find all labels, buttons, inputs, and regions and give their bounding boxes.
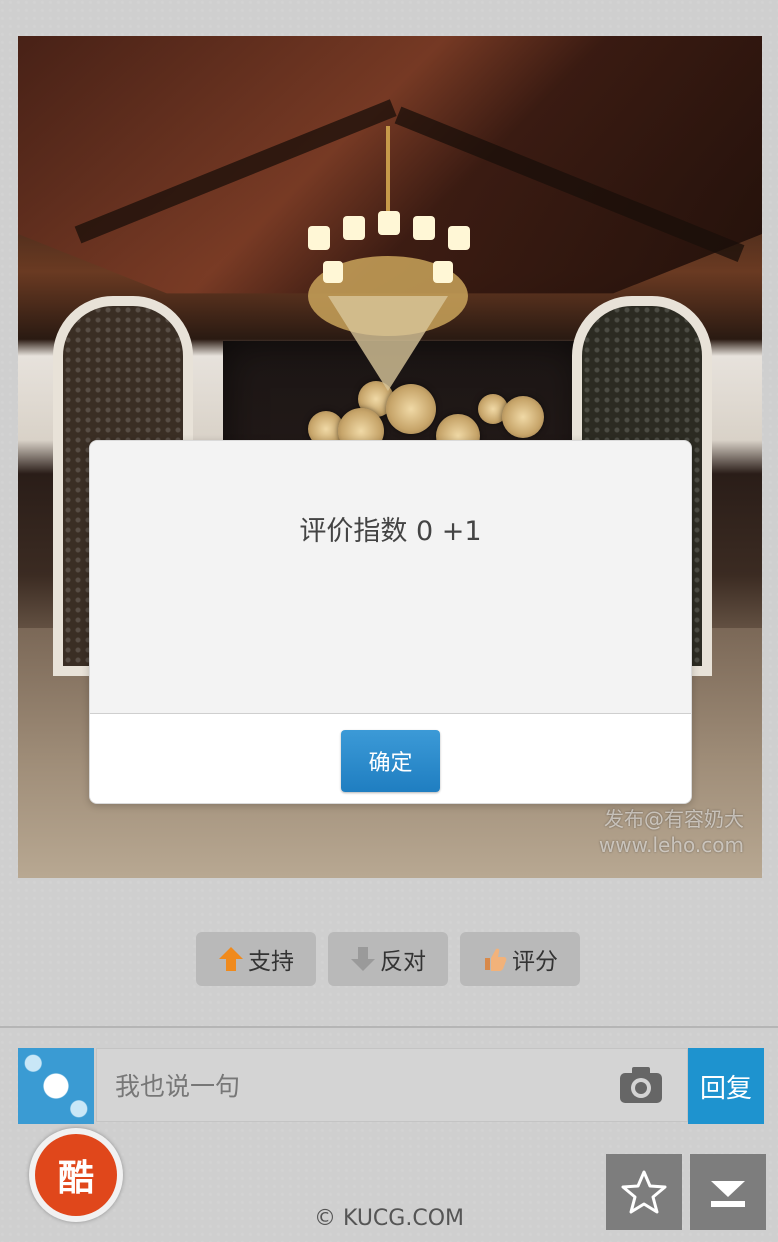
thumbs-up-icon <box>485 948 507 971</box>
watermark-line: www.leho.com <box>598 833 744 857</box>
photo-plate <box>502 396 544 438</box>
support-button[interactable]: 支持 <box>196 932 316 986</box>
dialog-footer: 确定 <box>90 713 691 803</box>
dialog-body: 评价指数 0 +1 <box>90 441 691 713</box>
favorite-button[interactable] <box>606 1154 682 1230</box>
download-button[interactable] <box>690 1154 766 1230</box>
reply-bar: 我也说一句 回复 <box>18 1048 764 1124</box>
photo-watermark: 发布@有容奶大 www.leho.com <box>599 806 744 858</box>
oppose-label: 反对 <box>380 949 426 975</box>
reply-button[interactable]: 回复 <box>688 1048 764 1124</box>
logo-mark: 酷 <box>35 1134 117 1216</box>
chandelier-icon <box>308 126 470 391</box>
download-icon <box>711 1181 745 1207</box>
camera-icon[interactable] <box>618 1065 664 1105</box>
rate-button[interactable]: 评分 <box>460 932 580 986</box>
support-label: 支持 <box>248 949 294 975</box>
confirm-button[interactable]: 确定 <box>341 730 440 792</box>
rating-dialog: 评价指数 0 +1 确定 <box>89 440 692 804</box>
avatar[interactable] <box>18 1048 94 1124</box>
dialog-message: 评价指数 0 +1 <box>299 516 482 547</box>
oppose-button[interactable]: 反对 <box>328 932 448 986</box>
section-divider <box>0 1026 778 1028</box>
rate-label: 评分 <box>512 949 558 975</box>
watermark-line: 发布@有容奶大 <box>604 807 744 831</box>
down-arrow-icon <box>351 947 375 971</box>
star-icon <box>621 1170 667 1214</box>
up-arrow-icon <box>219 947 243 971</box>
reply-input[interactable]: 我也说一句 <box>96 1048 688 1122</box>
